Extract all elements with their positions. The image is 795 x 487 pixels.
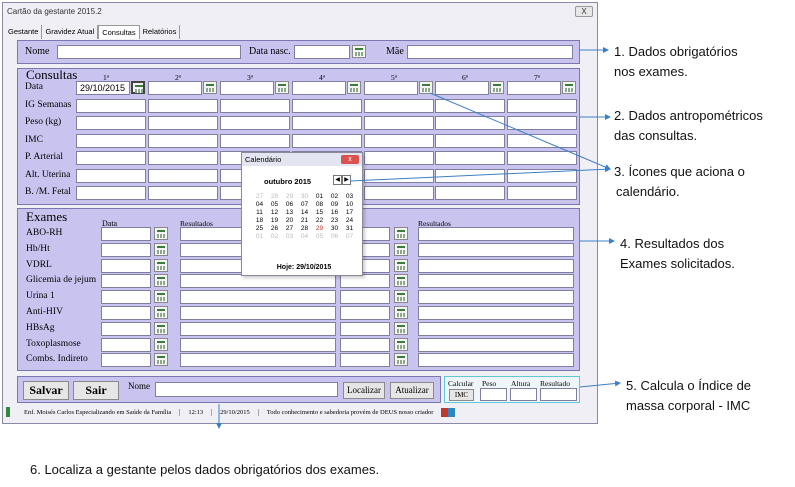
annotation-2: 2. Dados antropométricos das consultas. xyxy=(614,106,763,146)
annotation-1-line2: nos exames. xyxy=(614,64,688,79)
arrow-5 xyxy=(579,380,621,388)
annotation-2-line2: das consultas. xyxy=(614,128,698,143)
annotation-3: 3. Ícones que aciona o calendário. xyxy=(614,162,745,202)
arrow-3b xyxy=(349,166,611,182)
annotation-4-line2: Exames solicitados. xyxy=(620,256,735,271)
annotation-6: 6. Localiza a gestante pelos dados obrig… xyxy=(30,462,380,477)
annotation-2-line1: 2. Dados antropométricos xyxy=(614,108,763,123)
annotation-3-line2: calendário. xyxy=(616,184,680,199)
annotation-4: 4. Resultados dos Exames solicitados. xyxy=(620,234,735,274)
annotation-5-line2: massa corporal - IMC xyxy=(626,398,751,413)
annotation-5: 5. Calcula o Índice de massa corporal - … xyxy=(626,376,751,416)
annotation-1-line1: 1. Dados obrigatórios xyxy=(614,44,738,59)
annotation-1: 1. Dados obrigatórios nos exames. xyxy=(614,42,738,82)
annotation-3-line1: 3. Ícones que aciona o xyxy=(614,164,745,179)
annotation-4-line1: 4. Resultados dos xyxy=(620,236,725,251)
annotation-5-line1: 5. Calcula o Índice de xyxy=(626,378,752,393)
arrow-3a xyxy=(429,92,611,170)
